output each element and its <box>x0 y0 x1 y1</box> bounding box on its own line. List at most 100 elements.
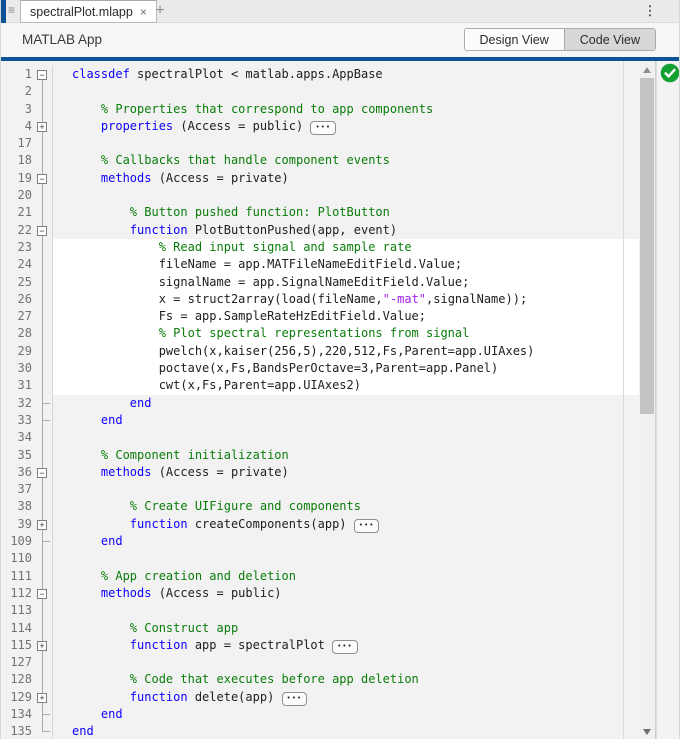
code-text[interactable]: properties (Access = public) ••• <box>53 118 639 135</box>
line-number: 20 <box>17 188 32 203</box>
code-text[interactable]: function delete(app) ••• <box>53 689 639 706</box>
fold-gutter-cell <box>35 325 53 343</box>
line-number: 25 <box>17 274 32 289</box>
fold-collapse-icon[interactable]: − <box>37 467 47 478</box>
code-token: % Construct app <box>72 620 239 635</box>
code-text[interactable]: end <box>53 723 639 739</box>
code-text[interactable]: % Read input signal and sample rate <box>53 238 639 257</box>
code-text[interactable] <box>53 602 639 619</box>
code-text[interactable]: % Plot spectral representations from sig… <box>53 325 639 343</box>
code-token: % Properties that correspond to app comp… <box>72 101 434 116</box>
code-text[interactable]: % App creation and deletion <box>53 568 639 585</box>
fold-gutter-cell: − <box>35 584 53 603</box>
overflow-menu-icon[interactable]: ⋮ <box>643 2 657 21</box>
code-text[interactable]: end <box>53 533 639 550</box>
fold-gutter-cell <box>35 342 53 361</box>
fold-collapse-icon[interactable]: − <box>37 588 47 599</box>
code-text[interactable]: methods (Access = public) <box>53 585 639 602</box>
code-line: 129 + function delete(app) ••• <box>1 688 639 706</box>
code-editor[interactable]: 1− classdef spectralPlot < matlab.apps.Ap… <box>1 61 639 739</box>
code-text[interactable]: % Callbacks that handle component events <box>53 152 639 169</box>
code-text[interactable] <box>53 187 639 204</box>
line-number: 112 <box>10 585 32 600</box>
collapsed-code-ellipsis-button[interactable]: ••• <box>310 120 337 135</box>
tab-close-icon[interactable]: × <box>140 6 147 18</box>
code-text[interactable]: Fs = app.SampleRateHzEditField.Value; <box>53 308 639 326</box>
code-text[interactable]: % Code that executes before app deletion <box>53 671 639 688</box>
tab-strip: ≡ spectralPlot.mlapp × + ⋮ <box>1 0 679 23</box>
fold-collapse-icon[interactable]: − <box>37 173 47 184</box>
fold-gutter-cell <box>35 256 53 274</box>
fold-gutter-cell <box>35 83 53 101</box>
analyzer-ok-check-icon[interactable] <box>660 63 680 83</box>
view-toggle-group: Design View Code View <box>463 28 656 51</box>
fold-expand-icon[interactable]: + <box>37 121 47 132</box>
app-designer-window: ≡ spectralPlot.mlapp × + ⋮ MATLAB App De… <box>0 0 680 739</box>
scroll-up-arrow-icon[interactable] <box>639 65 655 77</box>
code-token: % Callbacks that handle component events <box>72 153 390 168</box>
fold-expand-icon[interactable]: + <box>37 519 47 530</box>
line-number: 30 <box>17 361 32 376</box>
code-line: 135 end <box>1 723 639 739</box>
fold-gutter-cell <box>35 602 53 620</box>
fold-gutter-cell <box>35 100 53 118</box>
collapsed-code-ellipsis-button[interactable]: ••• <box>353 518 380 533</box>
line-number: 27 <box>17 309 32 324</box>
code-text[interactable]: function createComponents(app) ••• <box>53 516 639 533</box>
fold-expand-icon[interactable]: + <box>37 692 47 703</box>
line-number: 36 <box>17 464 32 479</box>
code-text[interactable]: pwelch(x,kaiser(256,5),220,512,Fs,Parent… <box>53 342 639 361</box>
code-line: 115 + function app = spectralPlot ••• <box>1 636 639 655</box>
code-text[interactable]: methods (Access = private) <box>53 464 639 481</box>
fold-expand-icon[interactable]: + <box>37 640 47 651</box>
code-text[interactable]: x = struct2array(load(fileName,"-mat",si… <box>53 290 639 309</box>
scroll-down-arrow-icon[interactable] <box>639 726 655 738</box>
code-token: "-mat" <box>382 291 427 306</box>
code-text[interactable]: poctave(x,Fs,BandsPerOctave=3,Parent=app… <box>53 360 639 378</box>
code-text[interactable] <box>53 550 639 567</box>
code-text[interactable]: % Create UIFigure and components <box>53 498 639 515</box>
code-text[interactable]: % Properties that correspond to app comp… <box>53 101 639 118</box>
code-text[interactable]: cwt(x,Fs,Parent=app.UIAxes2) <box>53 377 639 395</box>
code-token: % App creation and deletion <box>72 568 296 583</box>
new-tab-button[interactable]: + <box>148 1 172 22</box>
fold-gutter-cell <box>35 135 53 153</box>
app-header: MATLAB App Design View Code View <box>1 23 679 57</box>
code-text[interactable]: classdef spectralPlot < matlab.apps.AppB… <box>53 66 639 83</box>
code-text[interactable] <box>53 429 639 446</box>
code-text[interactable]: methods (Access = private) <box>53 170 639 187</box>
code-text[interactable] <box>53 83 639 100</box>
collapsed-code-ellipsis-button[interactable]: ••• <box>332 639 358 654</box>
code-text[interactable]: fileName = app.MATFileNameEditField.Valu… <box>53 256 639 274</box>
tab-spectralplot-mlapp[interactable]: spectralPlot.mlapp × <box>20 0 157 23</box>
code-text[interactable]: function app = spectralPlot ••• <box>53 637 639 654</box>
code-text[interactable]: % Component initialization <box>53 447 639 464</box>
code-text[interactable]: % Button pushed function: PlotButton <box>53 204 639 221</box>
line-number: 31 <box>17 378 32 393</box>
code-text[interactable]: end <box>53 395 639 412</box>
editor-group-menu-icon[interactable]: ≡ <box>8 3 15 17</box>
vertical-scrollbar[interactable] <box>639 61 656 739</box>
fold-collapse-icon[interactable]: − <box>37 70 47 80</box>
design-view-button[interactable]: Design View <box>464 29 564 50</box>
code-text[interactable]: signalName = app.SignalNameEditField.Val… <box>53 273 639 291</box>
code-token: ,signalName)); <box>426 291 528 306</box>
code-view-button[interactable]: Code View <box>563 29 655 50</box>
fold-collapse-icon[interactable]: − <box>37 225 47 236</box>
code-token: createComponents(app) <box>187 516 354 531</box>
collapsed-code-ellipsis-button[interactable]: ••• <box>281 691 308 706</box>
code-text[interactable] <box>53 654 639 671</box>
code-text[interactable] <box>53 481 639 498</box>
code-text[interactable]: end <box>53 706 639 723</box>
code-line: 26 x = struct2array(load(fileName,"-mat"… <box>1 290 639 309</box>
fold-gutter-cell: + <box>35 515 53 534</box>
code-text[interactable]: function PlotButtonPushed(app, event) <box>53 222 639 239</box>
line-number: 3 <box>24 101 32 116</box>
code-token: function <box>72 637 188 652</box>
line-number: 135 <box>10 724 32 739</box>
code-text[interactable]: end <box>53 412 639 429</box>
line-number: 21 <box>17 205 32 220</box>
code-text[interactable]: % Construct app <box>53 620 639 637</box>
scrollbar-thumb[interactable] <box>640 78 654 414</box>
code-text[interactable] <box>53 135 639 152</box>
